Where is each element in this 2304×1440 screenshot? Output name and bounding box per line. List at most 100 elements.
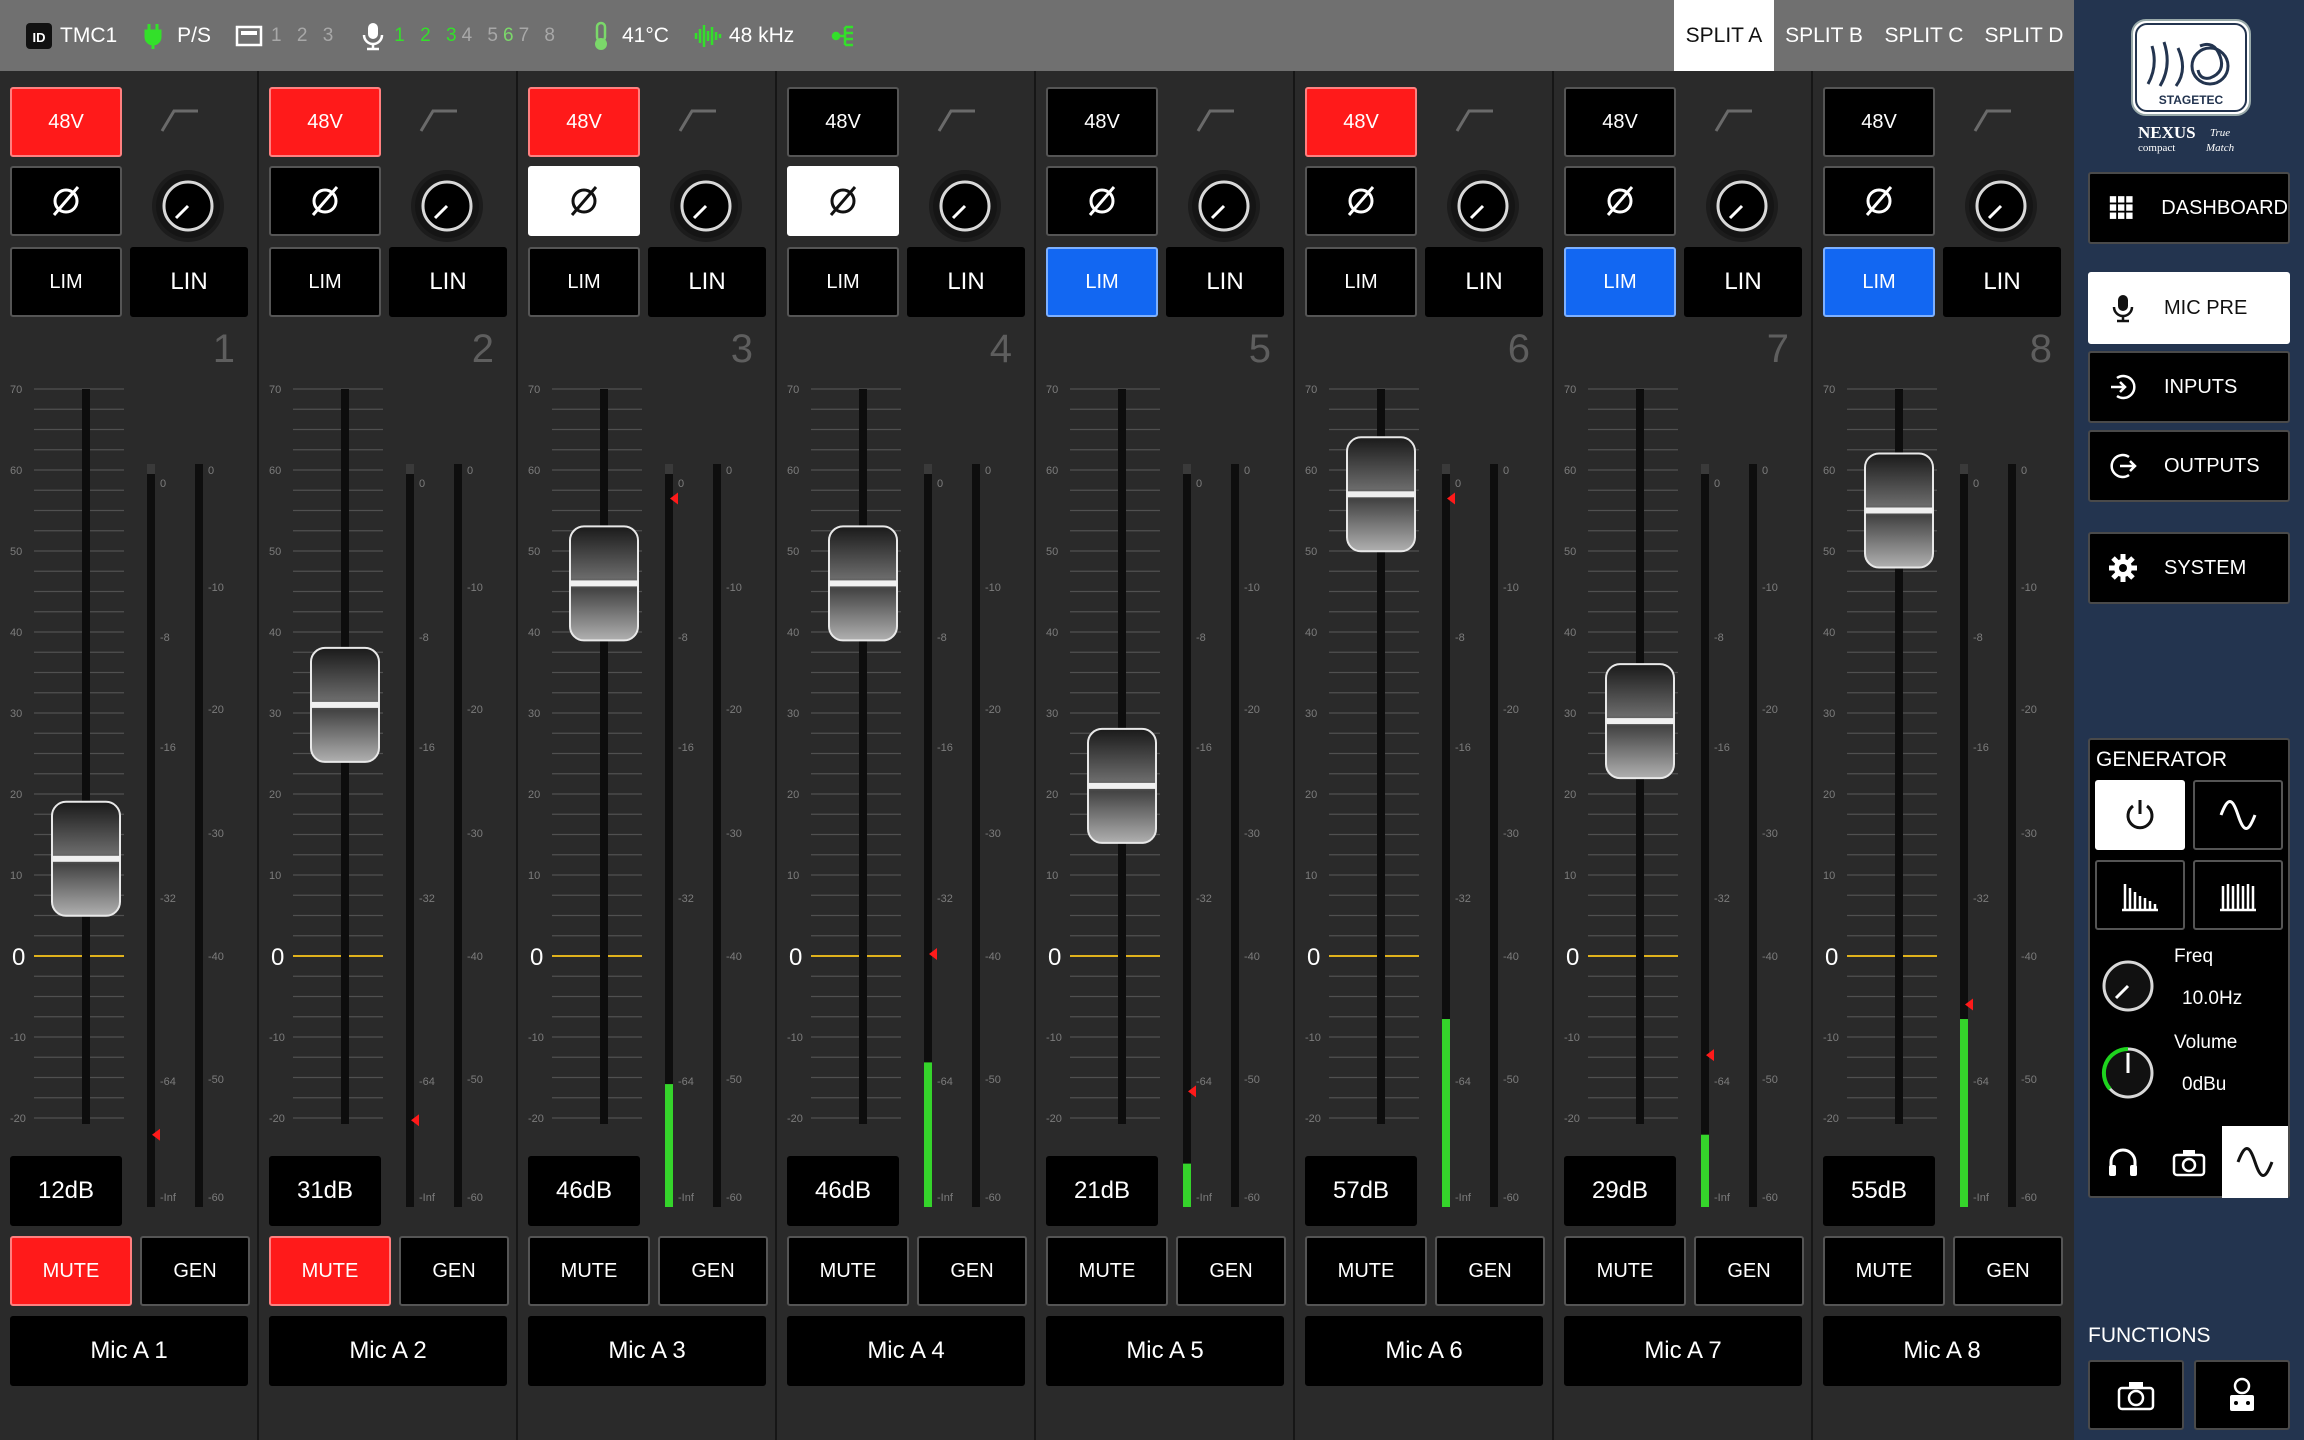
high-pass-filter-icon[interactable] xyxy=(1196,107,1236,133)
gain-fader-handle[interactable] xyxy=(828,525,898,642)
limiter-button[interactable]: LIM xyxy=(528,247,640,317)
linear-mode-button[interactable]: LIN xyxy=(130,247,248,317)
phase-invert-button[interactable] xyxy=(1564,166,1676,236)
function-snapshot-button[interactable] xyxy=(2088,1360,2184,1430)
linear-mode-button[interactable]: LIN xyxy=(1943,247,2061,317)
generator-button[interactable]: GEN xyxy=(399,1236,509,1306)
generator-headphone-button[interactable] xyxy=(2090,1126,2156,1198)
trim-knob[interactable] xyxy=(1188,170,1260,242)
tab-split-c[interactable]: SPLIT C xyxy=(1874,0,1974,71)
phantom-48v-button[interactable]: 48V xyxy=(1823,87,1935,157)
high-pass-filter-icon[interactable] xyxy=(937,107,977,133)
nav-dashboard-button[interactable]: DASHBOARD xyxy=(2088,172,2290,244)
gain-fader-handle[interactable] xyxy=(1087,727,1157,844)
linear-mode-button[interactable]: LIN xyxy=(389,247,507,317)
high-pass-filter-icon[interactable] xyxy=(1455,107,1495,133)
phase-invert-button[interactable] xyxy=(787,166,899,236)
high-pass-filter-icon[interactable] xyxy=(419,107,459,133)
generator-signal-button[interactable] xyxy=(2222,1126,2288,1198)
generator-sine-button[interactable] xyxy=(2193,780,2283,850)
gain-value-display[interactable]: 46dB xyxy=(787,1156,899,1226)
linear-mode-button[interactable]: LIN xyxy=(907,247,1025,317)
nav-mic-pre-button[interactable]: MIC PRE xyxy=(2088,272,2290,344)
phantom-48v-button[interactable]: 48V xyxy=(10,87,122,157)
high-pass-filter-icon[interactable] xyxy=(1714,107,1754,133)
phase-invert-button[interactable] xyxy=(1046,166,1158,236)
generator-button[interactable]: GEN xyxy=(1176,1236,1286,1306)
volume-knob[interactable] xyxy=(2100,1045,2156,1101)
mute-button[interactable]: MUTE xyxy=(1305,1236,1427,1306)
freq-knob[interactable] xyxy=(2100,958,2156,1014)
trim-knob[interactable] xyxy=(929,170,1001,242)
generator-button[interactable]: GEN xyxy=(1694,1236,1804,1306)
phantom-48v-button[interactable]: 48V xyxy=(1564,87,1676,157)
channel-name[interactable]: Mic A 4 xyxy=(787,1316,1025,1386)
trim-knob[interactable] xyxy=(1706,170,1778,242)
limiter-button[interactable]: LIM xyxy=(1305,247,1417,317)
generator-button[interactable]: GEN xyxy=(917,1236,1027,1306)
mute-button[interactable]: MUTE xyxy=(10,1236,132,1306)
mute-button[interactable]: MUTE xyxy=(1564,1236,1686,1306)
function-lock-button[interactable] xyxy=(2194,1360,2290,1430)
trim-knob[interactable] xyxy=(1965,170,2037,242)
linear-mode-button[interactable]: LIN xyxy=(648,247,766,317)
high-pass-filter-icon[interactable] xyxy=(1973,107,2013,133)
mute-button[interactable]: MUTE xyxy=(787,1236,909,1306)
generator-button[interactable]: GEN xyxy=(1953,1236,2063,1306)
limiter-button[interactable]: LIM xyxy=(269,247,381,317)
gain-value-display[interactable]: 55dB xyxy=(1823,1156,1935,1226)
channel-name[interactable]: Mic A 8 xyxy=(1823,1316,2061,1386)
phase-invert-button[interactable] xyxy=(10,166,122,236)
phantom-48v-button[interactable]: 48V xyxy=(528,87,640,157)
nav-outputs-button[interactable]: OUTPUTS xyxy=(2088,430,2290,502)
gain-value-display[interactable]: 31dB xyxy=(269,1156,381,1226)
limiter-button[interactable]: LIM xyxy=(10,247,122,317)
channel-name[interactable]: Mic A 5 xyxy=(1046,1316,1284,1386)
tab-split-a[interactable]: SPLIT A xyxy=(1674,0,1774,71)
phantom-48v-button[interactable]: 48V xyxy=(269,87,381,157)
nav-inputs-button[interactable]: INPUTS xyxy=(2088,351,2290,423)
gain-fader-handle[interactable] xyxy=(310,646,380,763)
limiter-button[interactable]: LIM xyxy=(1823,247,1935,317)
mute-button[interactable]: MUTE xyxy=(528,1236,650,1306)
high-pass-filter-icon[interactable] xyxy=(678,107,718,133)
phase-invert-button[interactable] xyxy=(1305,166,1417,236)
phase-invert-button[interactable] xyxy=(269,166,381,236)
limiter-button[interactable]: LIM xyxy=(1046,247,1158,317)
trim-knob[interactable] xyxy=(1447,170,1519,242)
tab-split-b[interactable]: SPLIT B xyxy=(1774,0,1874,71)
mute-button[interactable]: MUTE xyxy=(1823,1236,1945,1306)
linear-mode-button[interactable]: LIN xyxy=(1684,247,1802,317)
generator-power-button[interactable] xyxy=(2095,780,2185,850)
nav-system-button[interactable]: SYSTEM xyxy=(2088,532,2290,604)
trim-knob[interactable] xyxy=(152,170,224,242)
channel-name[interactable]: Mic A 3 xyxy=(528,1316,766,1386)
generator-button[interactable]: GEN xyxy=(140,1236,250,1306)
high-pass-filter-icon[interactable] xyxy=(160,107,200,133)
mute-button[interactable]: MUTE xyxy=(269,1236,391,1306)
channel-name[interactable]: Mic A 6 xyxy=(1305,1316,1543,1386)
mute-button[interactable]: MUTE xyxy=(1046,1236,1168,1306)
channel-name[interactable]: Mic A 7 xyxy=(1564,1316,1802,1386)
generator-white-noise-button[interactable] xyxy=(2193,860,2283,930)
generator-button[interactable]: GEN xyxy=(658,1236,768,1306)
gain-value-display[interactable]: 46dB xyxy=(528,1156,640,1226)
generator-snapshot-button[interactable] xyxy=(2156,1126,2222,1198)
tab-split-d[interactable]: SPLIT D xyxy=(1974,0,2074,71)
phase-invert-button[interactable] xyxy=(1823,166,1935,236)
gain-value-display[interactable]: 29dB xyxy=(1564,1156,1676,1226)
limiter-button[interactable]: LIM xyxy=(787,247,899,317)
gain-value-display[interactable]: 57dB xyxy=(1305,1156,1417,1226)
phantom-48v-button[interactable]: 48V xyxy=(787,87,899,157)
trim-knob[interactable] xyxy=(411,170,483,242)
phantom-48v-button[interactable]: 48V xyxy=(1046,87,1158,157)
gain-fader-handle[interactable] xyxy=(1605,663,1675,780)
linear-mode-button[interactable]: LIN xyxy=(1166,247,1284,317)
limiter-button[interactable]: LIM xyxy=(1564,247,1676,317)
gain-fader-handle[interactable] xyxy=(1864,452,1934,569)
phase-invert-button[interactable] xyxy=(528,166,640,236)
gain-fader-handle[interactable] xyxy=(569,525,639,642)
generator-button[interactable]: GEN xyxy=(1435,1236,1545,1306)
linear-mode-button[interactable]: LIN xyxy=(1425,247,1543,317)
gain-value-display[interactable]: 21dB xyxy=(1046,1156,1158,1226)
